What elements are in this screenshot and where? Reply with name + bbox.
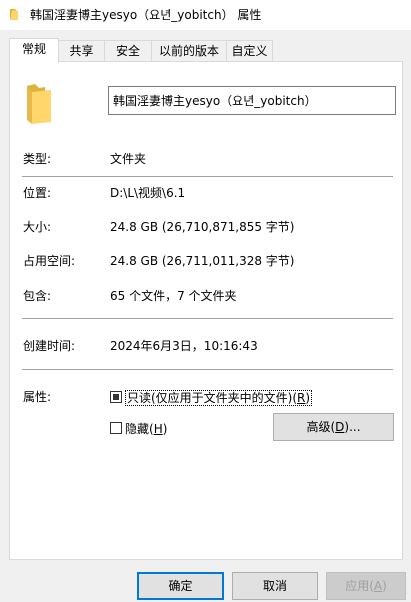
size-label: 大小: xyxy=(23,220,52,234)
tab-previous-versions[interactable]: 以前的版本 xyxy=(151,40,227,62)
apply-button[interactable]: 应用(A) xyxy=(326,572,406,600)
tab-security[interactable]: 安全 xyxy=(104,40,152,62)
title-bar: 韩国淫妻博主yesyo（요년_yobitch） 属性 xyxy=(0,0,411,30)
readonly-checkbox-label[interactable]: 只读(仅应用于文件夹中的文件)(R) xyxy=(125,389,313,406)
divider xyxy=(22,176,393,177)
readonly-checkbox[interactable] xyxy=(110,391,122,403)
indeterminate-mark xyxy=(113,394,119,400)
size-value: 24.8 GB (26,710,871,855 字节) xyxy=(110,220,295,234)
divider xyxy=(22,369,393,370)
tab-sharing[interactable]: 共享 xyxy=(58,40,105,62)
folder-name-input[interactable]: 韩国淫妻博主yesyo（요년_yobitch） xyxy=(108,86,396,115)
advanced-button[interactable]: 高级(D)... xyxy=(273,413,394,441)
folder-icon xyxy=(10,9,18,20)
disk-size-value: 24.8 GB (26,711,011,328 字节) xyxy=(110,254,295,268)
hidden-checkbox-label[interactable]: 隐藏(H) xyxy=(125,420,167,437)
ok-button[interactable]: 确定 xyxy=(137,572,224,600)
focus-rectangle: 只读(仅应用于文件夹中的文件)(R) xyxy=(125,390,313,406)
divider xyxy=(22,318,393,319)
cancel-button[interactable]: 取消 xyxy=(232,572,318,600)
created-label: 创建时间: xyxy=(23,339,76,353)
tab-general[interactable]: 常规 xyxy=(9,38,59,63)
hidden-checkbox[interactable] xyxy=(110,422,122,434)
general-panel xyxy=(9,61,403,560)
created-value: 2024年6月3日，10:16:43 xyxy=(110,339,258,353)
disk-size-label: 占用空间: xyxy=(23,254,76,268)
location-value: D:\L\视频\6.1 xyxy=(110,186,186,200)
contains-value: 65 个文件，7 个文件夹 xyxy=(110,289,237,303)
tab-customize[interactable]: 自定义 xyxy=(226,40,273,62)
attributes-label: 属性: xyxy=(23,390,52,404)
folder-icon xyxy=(27,84,51,124)
location-label: 位置: xyxy=(23,186,52,200)
type-label: 类型: xyxy=(23,152,52,166)
type-value: 文件夹 xyxy=(110,152,147,166)
tab-strip: 常规 共享 安全 以前的版本 自定义 xyxy=(0,38,411,63)
window-title: 韩国淫妻博主yesyo（요년_yobitch） 属性 xyxy=(30,8,262,22)
contains-label: 包含: xyxy=(23,289,52,303)
